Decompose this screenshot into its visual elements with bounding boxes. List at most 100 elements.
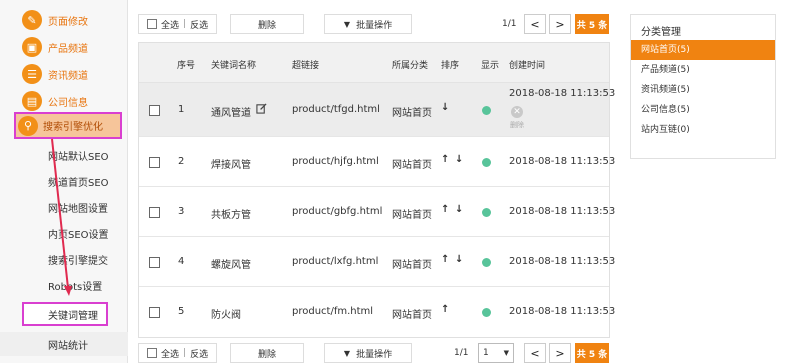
table-row[interactable]: 3 共板方管 product/gbfg.html 网站首页 ↑ ↓ 2018-0… (139, 187, 615, 237)
sidebar: ✎ 页面修改 ▣ 产品频道 ☰ 资讯频道 ▤ 公司信息 ⚲ 搜索引擎优化 网站默… (0, 0, 128, 363)
menu-item-company[interactable]: ▤ 公司信息 (0, 88, 128, 114)
submenu-item-robots[interactable]: Robots设置 (0, 273, 128, 297)
row-category: 网站首页 (392, 260, 432, 271)
menu-item-seo[interactable]: ⚲ 搜索引擎优化 (14, 112, 122, 139)
header-created: 创建时间 (509, 61, 546, 71)
news-icon: ☰ (22, 64, 42, 84)
menu-item-label: 资讯频道 (48, 70, 88, 82)
row-category: 网站首页 (392, 310, 432, 321)
arrow-down-icon[interactable]: ↓ (455, 254, 463, 265)
edit-icon[interactable] (256, 103, 267, 114)
submenu-item-default-seo[interactable]: 网站默认SEO (0, 143, 128, 167)
row-name: 共板方管 (211, 210, 251, 221)
display-status-dot[interactable] (482, 208, 491, 217)
submenu-item-inner-seo[interactable]: 内页SEO设置 (0, 221, 128, 245)
arrow-down-icon[interactable]: ↓ (441, 102, 449, 113)
row-created: 2018-08-18 11:13:53 (509, 256, 616, 267)
caret-down-icon: ▼ (343, 19, 351, 29)
menu-item-label: 公司信息 (48, 97, 88, 109)
menu-item-products[interactable]: ▣ 产品频道 (0, 34, 128, 60)
page-info: 1/1 (454, 348, 469, 358)
table-row[interactable]: 2 焊接风管 product/hjfg.html 网站首页 ↑ ↓ 2018-0… (139, 137, 615, 187)
row-category: 网站首页 (392, 160, 432, 171)
select-all-checkbox[interactable] (147, 19, 157, 29)
next-page-button[interactable]: > (549, 14, 571, 34)
chevron-left-icon: < (530, 346, 540, 360)
page-select[interactable]: 1 ▼ (478, 343, 514, 363)
menu-item-label: 产品频道 (48, 43, 88, 55)
menu-item-label: 页面修改 (48, 16, 88, 28)
row-checkbox[interactable] (149, 207, 160, 218)
search-icon: ⚲ (18, 115, 38, 136)
category-item-products[interactable]: 产品频道(5) (631, 60, 775, 80)
submenu-item-sitemap[interactable]: 网站地图设置 (0, 195, 128, 219)
batch-action-button[interactable]: ▼ 批量操作 (324, 343, 412, 363)
batch-action-button[interactable]: ▼ 批量操作 (324, 14, 412, 34)
arrow-up-icon[interactable]: ↑ (441, 304, 449, 315)
top-toolbar: 全选 | 反选 删除 ▼ 批量操作 1/1 < > 共 5 条 (138, 14, 610, 34)
display-status-dot[interactable] (482, 308, 491, 317)
table-row[interactable]: 1 通风管道 product/tfgd.html 网站首页 ↓ 2018-08-… (139, 83, 615, 137)
submenu-item-keywords[interactable]: 关键词管理 (22, 302, 108, 326)
display-status-dot[interactable] (482, 106, 491, 115)
display-status-dot[interactable] (482, 158, 491, 167)
menu-item-news[interactable]: ☰ 资讯频道 (0, 61, 128, 87)
prev-page-button[interactable]: < (524, 14, 546, 34)
row-index: 4 (178, 256, 185, 267)
arrow-up-icon[interactable]: ↑ (441, 254, 449, 265)
submenu-item-channel-seo[interactable]: 频道首页SEO (0, 169, 128, 193)
menu-item-page-edit[interactable]: ✎ 页面修改 (0, 7, 128, 33)
arrow-up-icon[interactable]: ↑ (441, 154, 449, 165)
delete-button[interactable]: 删除 (230, 343, 304, 363)
arrow-up-icon[interactable]: ↑ (441, 204, 449, 215)
submenu-item-statistics[interactable]: 网站统计 (0, 332, 128, 356)
pencil-icon: ✎ (22, 10, 42, 30)
category-item-internal-links[interactable]: 站内互链(0) (631, 120, 775, 140)
header-link: 超链接 (292, 61, 320, 71)
row-link[interactable]: product/gbfg.html (292, 206, 382, 217)
table-row[interactable]: 5 防火阀 product/fm.html 网站首页 ↑ 2018-08-18 … (139, 287, 615, 337)
row-created: 2018-08-18 11:13:53 (509, 156, 616, 167)
row-category: 网站首页 (392, 210, 432, 221)
row-checkbox[interactable] (149, 257, 160, 268)
category-item-home[interactable]: 网站首页(5) (631, 40, 775, 60)
row-name: 焊接风管 (211, 160, 251, 171)
row-checkbox[interactable] (149, 307, 160, 318)
total-count-badge: 共 5 条 (575, 14, 609, 34)
invert-label[interactable]: 反选 (190, 347, 208, 360)
separator: | (183, 348, 187, 358)
row-name: 螺旋风管 (211, 260, 251, 271)
chevron-right-icon: > (555, 17, 565, 31)
invert-label[interactable]: 反选 (190, 18, 208, 31)
select-all-control[interactable]: 全选 | 反选 (138, 343, 218, 363)
prev-page-button[interactable]: < (524, 343, 546, 363)
check-all-label[interactable]: 全选 (161, 347, 179, 360)
row-link[interactable]: product/lxfg.html (292, 256, 378, 267)
select-all-control[interactable]: 全选 | 反选 (138, 14, 218, 34)
row-index: 1 (178, 104, 185, 115)
arrow-down-icon[interactable]: ↓ (455, 154, 463, 165)
row-link[interactable]: product/hjfg.html (292, 156, 379, 167)
bottom-toolbar: 全选 | 反选 删除 ▼ 批量操作 1/1 1 ▼ < > 共 5 条 (138, 343, 610, 363)
row-checkbox[interactable] (149, 105, 160, 116)
page-select-value: 1 (483, 348, 489, 358)
delete-button[interactable]: 删除 (230, 14, 304, 34)
arrow-down-icon[interactable]: ↓ (455, 204, 463, 215)
next-page-button[interactable]: > (549, 343, 571, 363)
row-checkbox[interactable] (149, 157, 160, 168)
submenu-item-engine-submit[interactable]: 搜索引擎提交 (0, 247, 128, 271)
display-status-dot[interactable] (482, 258, 491, 267)
header-display: 显示 (481, 61, 500, 71)
row-link[interactable]: product/tfgd.html (292, 104, 380, 115)
row-name: 通风管道 (211, 108, 251, 119)
separator: | (183, 19, 187, 29)
row-link[interactable]: product/fm.html (292, 306, 373, 317)
select-all-checkbox[interactable] (147, 348, 157, 358)
category-item-news[interactable]: 资讯频道(5) (631, 80, 775, 100)
keyword-table: 序号 关键词名称 超链接 所属分类 排序 显示 创建时间 1 通风管道 prod… (138, 42, 615, 338)
check-all-label[interactable]: 全选 (161, 18, 179, 31)
delete-row-button[interactable]: ✕ 删除 (507, 106, 527, 130)
table-row[interactable]: 4 螺旋风管 product/lxfg.html 网站首页 ↑ ↓ 2018-0… (139, 237, 615, 287)
category-item-company[interactable]: 公司信息(5) (631, 100, 775, 120)
row-category: 网站首页 (392, 108, 432, 119)
